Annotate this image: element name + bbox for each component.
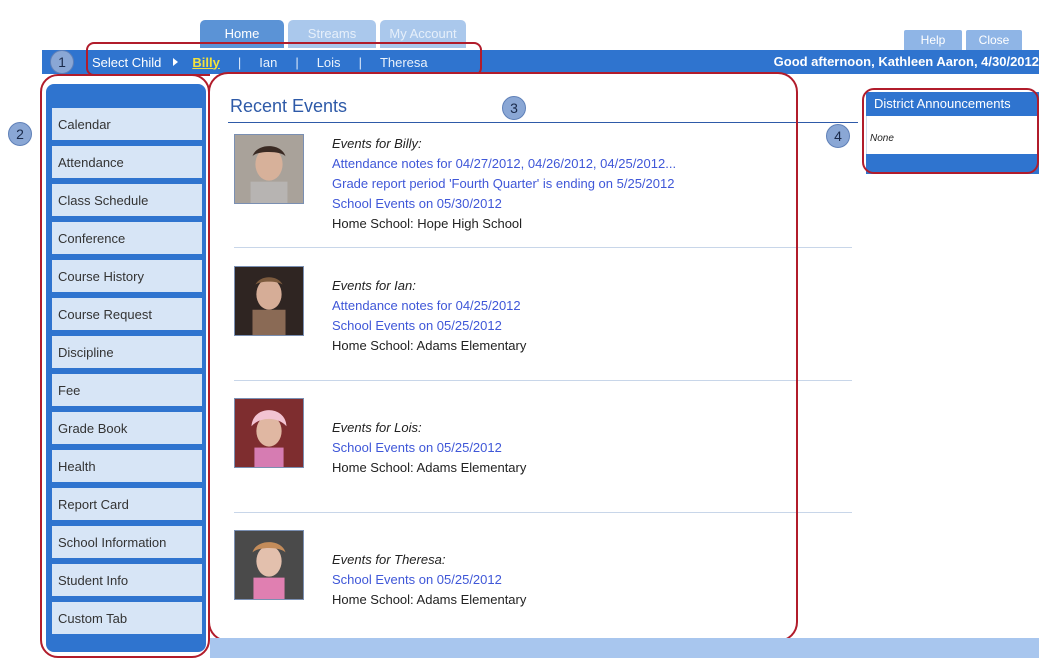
annotation-1-box (86, 42, 482, 76)
annotation-2-badge: 2 (8, 122, 32, 146)
help-button[interactable]: Help (904, 30, 962, 50)
tab-home-label: Home (224, 26, 260, 41)
annotation-1-badge: 1 (50, 50, 74, 74)
bottom-bar (210, 638, 1039, 658)
tab-streams-label: Streams (307, 26, 357, 41)
annotation-4-box (862, 88, 1039, 174)
annotation-4-badge: 4 (826, 124, 850, 148)
annotation-2-box (40, 74, 210, 658)
greeting-text: Good afternoon, Kathleen Aaron, 4/30/201… (773, 54, 1039, 69)
tab-my-account-label: My Account (389, 26, 457, 41)
annotation-3-box (208, 72, 798, 642)
close-button[interactable]: Close (966, 30, 1022, 50)
